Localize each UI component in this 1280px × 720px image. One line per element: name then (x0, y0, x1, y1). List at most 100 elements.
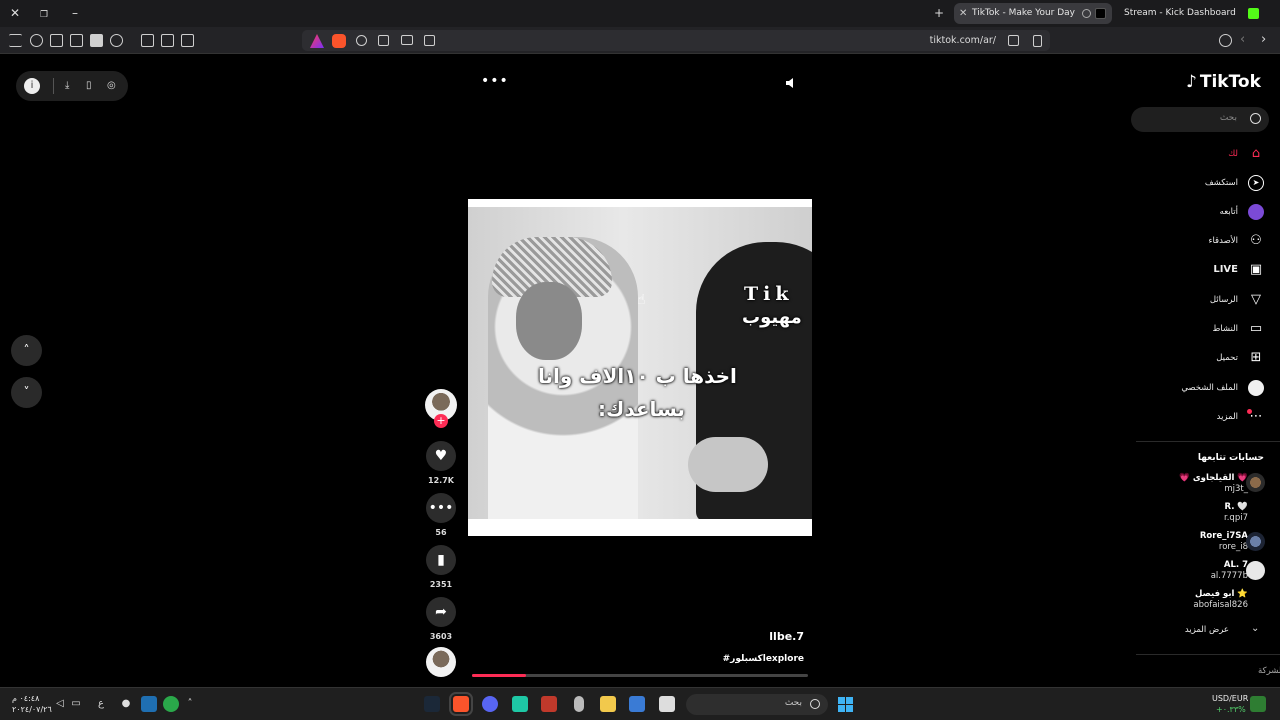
restore-window-icon[interactable]: ❐ (40, 8, 48, 22)
nav-for-you[interactable]: لك (1228, 149, 1238, 159)
new-tab-button[interactable]: + (934, 6, 944, 20)
discord-icon[interactable] (482, 696, 498, 712)
more-options-button[interactable]: ••• (481, 73, 509, 89)
nav-friends[interactable]: الأصدقاء (1208, 236, 1238, 246)
following-account[interactable]: R. 🤍 r.qpi7 (1224, 502, 1248, 524)
nav-messages[interactable]: الرسائل (1210, 295, 1238, 305)
file-explorer-icon[interactable] (600, 696, 616, 712)
nav-explore[interactable]: استكشف (1205, 178, 1238, 188)
like-button[interactable]: ♥ (426, 441, 456, 471)
windows-start-icon[interactable] (838, 697, 853, 712)
nav-live[interactable]: LIVE (1213, 264, 1238, 275)
follow-button[interactable]: + (434, 414, 448, 428)
pen-icon[interactable] (424, 35, 435, 46)
upload-icon[interactable]: ⊞ (1248, 350, 1264, 366)
bookmark-icon[interactable] (1033, 35, 1042, 47)
app-icon[interactable] (512, 696, 528, 712)
previous-video-button[interactable]: ˄ (11, 335, 42, 366)
steam-icon[interactable] (424, 696, 440, 712)
vpn-icon[interactable] (141, 696, 157, 712)
forward-icon[interactable]: › (1261, 32, 1266, 47)
security-icon[interactable] (163, 696, 179, 712)
save-button[interactable]: ▮ (426, 545, 456, 575)
tab-kick[interactable]: Stream - Kick Dashboard (1106, 3, 1246, 24)
rewards-icon[interactable] (310, 34, 324, 48)
profile-icon[interactable] (1248, 380, 1264, 396)
clock-time[interactable]: ٠٤:٤٨ م (12, 694, 39, 703)
account-avatar[interactable] (1246, 561, 1265, 580)
history-icon[interactable] (356, 35, 367, 46)
account-avatar[interactable] (1246, 532, 1265, 551)
language-indicator[interactable]: ع (95, 698, 107, 710)
company-link[interactable]: الشركة (1258, 666, 1280, 676)
home-icon[interactable]: ⌂ (1248, 146, 1264, 162)
comment-button[interactable]: ••• (426, 493, 456, 523)
friends-icon[interactable]: ⚇ (1248, 233, 1264, 249)
network-icon[interactable]: ▭ (70, 698, 82, 710)
wallet-icon[interactable] (70, 34, 83, 47)
following-account[interactable]: Rore_i7SA rore_i8 (1200, 531, 1248, 553)
site-settings-icon[interactable] (1008, 35, 1019, 46)
volume-icon[interactable] (785, 77, 797, 89)
following-account[interactable]: 💗 القيلجاوى 💗 mj3t_ (1179, 473, 1248, 495)
minimize-window-icon[interactable]: – (72, 6, 78, 20)
cast-icon[interactable] (401, 35, 413, 45)
mouse-app-icon[interactable] (574, 696, 584, 712)
following-avatar-icon[interactable] (1248, 204, 1264, 220)
compass-icon[interactable]: ➤ (1248, 175, 1264, 191)
brave-icon[interactable] (449, 692, 473, 716)
address-bar[interactable]: tiktok.com/ar/ (302, 30, 1050, 51)
music-icon[interactable] (110, 34, 123, 47)
nav-following[interactable]: أتابعه (1220, 207, 1238, 217)
currency-pair[interactable]: USD/EUR (1212, 694, 1248, 703)
video-progress-bar[interactable] (472, 674, 808, 677)
nav-activity[interactable]: النشاط (1212, 324, 1238, 334)
screenshot-icon[interactable] (141, 34, 154, 47)
brave-shield-icon[interactable] (332, 34, 346, 48)
nav-upload[interactable]: تحميل (1216, 353, 1238, 363)
video-author[interactable]: llbe.7 (720, 630, 804, 643)
nav-more[interactable]: المزيد (1217, 412, 1238, 422)
share-button[interactable]: ➦ (426, 597, 456, 627)
next-video-button[interactable]: ˅ (11, 377, 42, 408)
following-account[interactable]: ابو فيصل ⭐ abofaisal826 (1193, 589, 1248, 611)
chevron-down-icon[interactable]: ⌄ (1251, 623, 1259, 634)
account-avatar[interactable] (1246, 473, 1265, 492)
close-window-icon[interactable]: ✕ (10, 6, 20, 20)
search-icon[interactable] (810, 699, 820, 709)
wand-icon[interactable] (50, 34, 63, 47)
sound-avatar[interactable] (426, 647, 456, 677)
activity-icon[interactable]: ▭ (1248, 321, 1264, 337)
back-icon[interactable]: ‹ (1240, 32, 1245, 47)
close-tab-icon[interactable]: ✕ (959, 3, 967, 24)
menu-icon[interactable] (9, 34, 22, 47)
search-input[interactable]: بحث (1131, 107, 1269, 132)
reader-icon[interactable] (181, 34, 194, 47)
window-icon[interactable] (659, 696, 675, 712)
video-hashtag[interactable]: #اكسبلورexplore (700, 654, 804, 664)
video-player[interactable]: Tik مهيوب اخذها ب ١٠الاف وانا بساعدك: (468, 199, 812, 536)
voicemeeter-icon[interactable] (541, 696, 557, 712)
download-icon[interactable]: ⤓ (65, 80, 69, 91)
store-icon[interactable] (629, 696, 645, 712)
reload-icon[interactable] (1219, 34, 1232, 47)
shield-icon[interactable] (30, 34, 43, 47)
currency-widget-icon[interactable] (1250, 696, 1266, 712)
mic-icon[interactable]: ● (120, 698, 132, 710)
tiktok-logo[interactable]: ♪ TikTok (1186, 72, 1261, 92)
tab-tiktok[interactable]: ✕ TikTok - Make Your Day (954, 3, 1112, 24)
send-icon[interactable]: ▽ (1248, 292, 1264, 308)
show-more-link[interactable]: عرض المزيد (1185, 625, 1229, 635)
following-account[interactable]: AL. 7 al.7777b (1211, 560, 1248, 582)
search-icon[interactable] (1250, 113, 1261, 124)
taskbar-search-input[interactable]: بحث (686, 694, 828, 715)
extensions-icon[interactable] (161, 34, 174, 47)
tab-audio-icon[interactable] (1082, 9, 1091, 18)
live-tv-icon[interactable]: ▣ (1248, 262, 1264, 278)
user-avatar-icon[interactable]: i (24, 78, 40, 94)
mobile-icon[interactable]: ▯ (86, 80, 92, 91)
chevron-up-icon[interactable]: ˄ (184, 698, 196, 710)
clock-date[interactable]: ٢٠٢٤/٠٧/٢٦ (12, 705, 52, 714)
nav-profile[interactable]: الملف الشخصي (1181, 383, 1238, 393)
translate-icon[interactable] (378, 35, 389, 46)
